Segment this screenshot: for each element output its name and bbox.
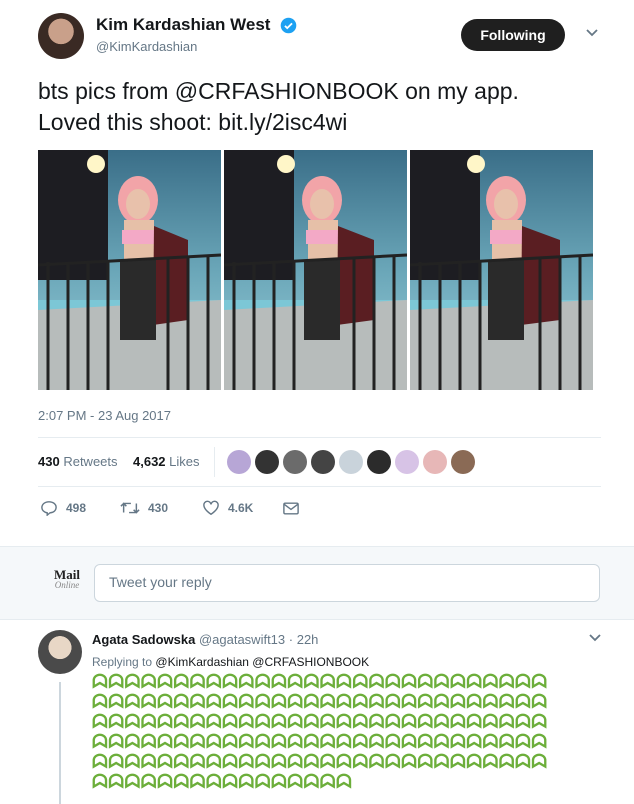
photo-illustration — [224, 150, 407, 390]
thread-line — [59, 682, 61, 804]
replying-to-handles[interactable]: @KimKardashian @CRFASHIONBOOK — [155, 655, 369, 669]
photo-illustration — [38, 150, 221, 390]
reply-time[interactable]: · 22h — [289, 632, 319, 647]
tweet-text-line-1: bts pics from @CRFASHIONBOOK on my app. — [38, 78, 519, 104]
mail-online-logo: Mail Online — [52, 568, 82, 590]
replying-to-label: Replying to — [92, 655, 153, 669]
liker-avatar[interactable] — [339, 450, 363, 474]
retweet-action[interactable]: 430 — [120, 500, 168, 516]
reply-text-line: ᗣᗣᗣᗣᗣᗣᗣᗣᗣᗣᗣᗣᗣᗣᗣᗣᗣᗣᗣᗣᗣᗣᗣᗣᗣᗣᗣᗣ — [92, 692, 548, 713]
media-photo-1[interactable] — [38, 150, 221, 390]
media-photo-2[interactable] — [224, 150, 407, 390]
like-action[interactable]: 4.6K — [202, 500, 253, 516]
liker-avatar[interactable] — [367, 450, 391, 474]
replying-to: Replying to @KimKardashian @CRFASHIONBOO… — [92, 655, 369, 669]
likes-label: Likes — [169, 454, 200, 469]
retweets-stat[interactable]: 430 Retweets — [38, 454, 118, 469]
reply-author-name[interactable]: Agata Sadowska — [92, 632, 195, 647]
tweet-timestamp[interactable]: 2:07 PM - 23 Aug 2017 — [38, 408, 171, 423]
author-avatar[interactable] — [38, 13, 84, 59]
photo-illustration — [410, 150, 593, 390]
author-name[interactable]: Kim Kardashian West — [96, 15, 270, 35]
divider — [38, 486, 601, 487]
reply-text: ᗣᗣᗣᗣᗣᗣᗣᗣᗣᗣᗣᗣᗣᗣᗣᗣᗣᗣᗣᗣᗣᗣᗣᗣᗣᗣᗣᗣ ᗣᗣᗣᗣᗣᗣᗣᗣᗣᗣᗣ… — [92, 673, 592, 793]
reply-author-avatar[interactable] — [38, 630, 82, 674]
reply-text-line: ᗣᗣᗣᗣᗣᗣᗣᗣᗣᗣᗣᗣᗣᗣᗣᗣ — [92, 772, 353, 793]
reply-count: 498 — [66, 501, 87, 515]
likes-stat[interactable]: 4,632 Likes — [133, 454, 200, 469]
liker-avatar[interactable] — [227, 450, 251, 474]
reply-author-handle[interactable]: @agataswift13 — [199, 632, 285, 647]
retweet-icon — [120, 502, 140, 514]
liker-avatar[interactable] — [423, 450, 447, 474]
liker-avatar[interactable] — [451, 450, 475, 474]
retweets-count: 430 — [38, 454, 60, 469]
reply-header: Agata Sadowska @agataswift13 · 22h — [92, 632, 318, 647]
reply-composer: Mail Online Tweet your reply — [0, 546, 634, 620]
direct-message-icon[interactable] — [283, 502, 299, 515]
tweet-text-line-2: Loved this shoot: bit.ly/2isc4wi — [38, 109, 348, 135]
media-photo-3[interactable] — [410, 150, 593, 390]
reply-text-line: ᗣᗣᗣᗣᗣᗣᗣᗣᗣᗣᗣᗣᗣᗣᗣᗣᗣᗣᗣᗣᗣᗣᗣᗣᗣᗣᗣᗣ — [92, 672, 548, 693]
reply-text-line: ᗣᗣᗣᗣᗣᗣᗣᗣᗣᗣᗣᗣᗣᗣᗣᗣᗣᗣᗣᗣᗣᗣᗣᗣᗣᗣᗣᗣ — [92, 752, 548, 773]
liker-avatar[interactable] — [255, 450, 279, 474]
media-grid — [38, 150, 601, 390]
reply-chevron-down-icon[interactable] — [589, 634, 601, 642]
divider — [38, 437, 601, 438]
liker-avatar[interactable] — [395, 450, 419, 474]
author-handle[interactable]: @KimKardashian — [96, 39, 197, 54]
reply-input[interactable]: Tweet your reply — [94, 564, 600, 602]
reply-text-line: ᗣᗣᗣᗣᗣᗣᗣᗣᗣᗣᗣᗣᗣᗣᗣᗣᗣᗣᗣᗣᗣᗣᗣᗣᗣᗣᗣᗣ — [92, 732, 548, 753]
reply-action[interactable]: 498 — [40, 500, 86, 516]
verified-badge-icon — [280, 17, 297, 34]
reply-icon — [41, 501, 57, 516]
likers-avatars — [227, 450, 475, 474]
like-count: 4.6K — [228, 501, 254, 515]
heart-icon — [203, 500, 219, 516]
stats-separator — [214, 447, 215, 477]
online-logo-text: Online — [54, 580, 80, 590]
likes-count: 4,632 — [133, 454, 166, 469]
reply-text-line: ᗣᗣᗣᗣᗣᗣᗣᗣᗣᗣᗣᗣᗣᗣᗣᗣᗣᗣᗣᗣᗣᗣᗣᗣᗣᗣᗣᗣ — [92, 712, 548, 733]
following-button[interactable]: Following — [461, 19, 565, 51]
retweet-count: 430 — [148, 501, 169, 515]
liker-avatar[interactable] — [283, 450, 307, 474]
liker-avatar[interactable] — [311, 450, 335, 474]
tweet-text: bts pics from @CRFASHIONBOOK on my app. … — [38, 76, 519, 138]
retweets-label: Retweets — [63, 454, 118, 469]
chevron-down-icon[interactable] — [586, 29, 598, 37]
